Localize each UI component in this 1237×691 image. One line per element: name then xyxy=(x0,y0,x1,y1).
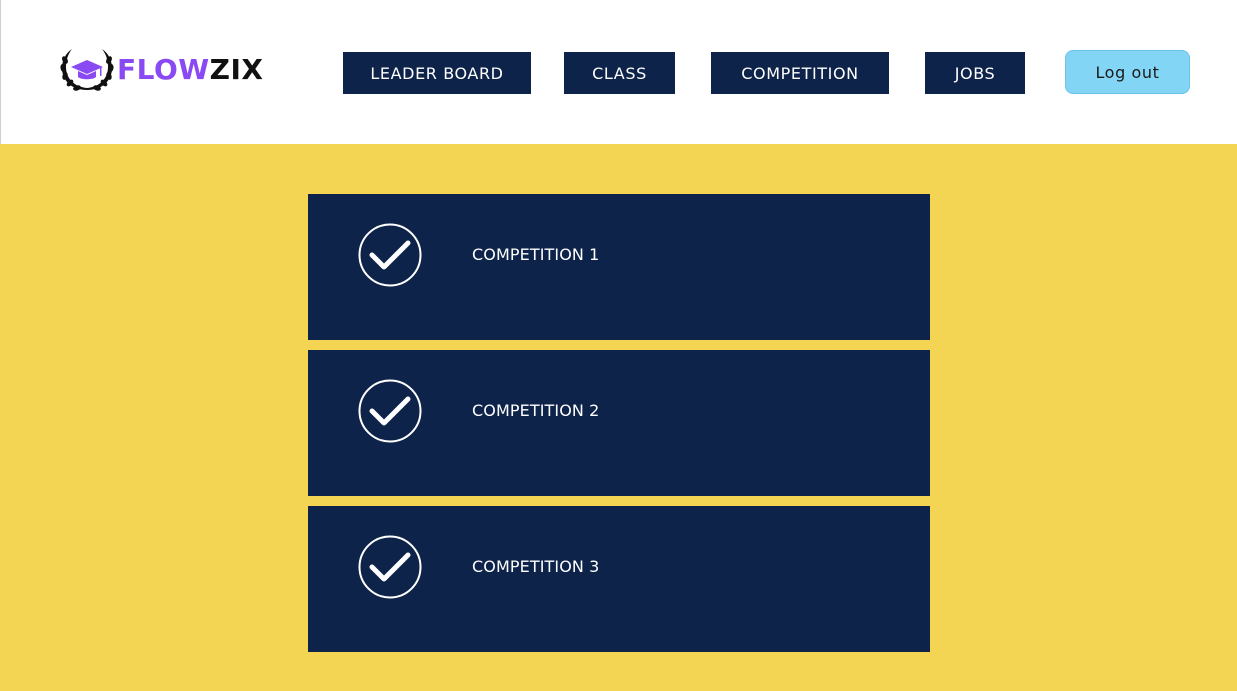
graduation-cap-laurel-icon xyxy=(60,49,114,91)
header: FLOWZIX LEADER BOARD CLASS COMPETITION J… xyxy=(0,0,1237,144)
brand-logo[interactable]: FLOWZIX xyxy=(59,44,263,94)
competition-card-3[interactable]: COMPETITION 3 xyxy=(308,506,930,652)
nav-leader-board-button[interactable]: LEADER BOARD xyxy=(343,52,531,94)
logout-button[interactable]: Log out xyxy=(1065,50,1190,94)
brand-wordmark: FLOWZIX xyxy=(117,53,263,86)
competition-card-1[interactable]: COMPETITION 1 xyxy=(308,194,930,340)
check-circle-icon xyxy=(358,379,422,443)
competition-title: COMPETITION 3 xyxy=(472,557,600,576)
brand-name-part2: ZIX xyxy=(209,52,264,86)
competition-card-2[interactable]: COMPETITION 2 xyxy=(308,350,930,496)
check-circle-icon xyxy=(358,535,422,599)
nav-class-button[interactable]: CLASS xyxy=(564,52,675,94)
brand-name-part1: FLOW xyxy=(117,52,210,86)
competition-list-area: COMPETITION 1 COMPETITION 2 COMPETITION … xyxy=(0,144,1237,691)
check-circle-icon xyxy=(358,223,422,287)
competition-title: COMPETITION 1 xyxy=(472,245,600,264)
competition-title: COMPETITION 2 xyxy=(472,401,600,420)
nav-competition-button[interactable]: COMPETITION xyxy=(711,52,889,94)
nav-jobs-button[interactable]: JOBS xyxy=(925,52,1025,94)
